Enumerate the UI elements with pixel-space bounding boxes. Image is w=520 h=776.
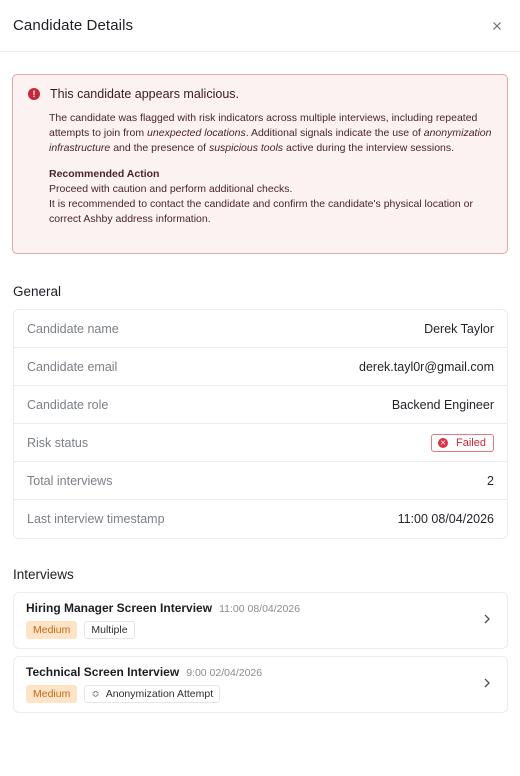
detail-value: 11:00 08/04/2026 bbox=[397, 512, 494, 526]
interview-card[interactable]: Technical Screen Interview 9:00 02/04/20… bbox=[13, 656, 508, 713]
close-button[interactable] bbox=[486, 15, 508, 37]
detail-row-last-interview: Last interview timestamp 11:00 08/04/202… bbox=[14, 500, 507, 538]
risk-status-text: Failed bbox=[456, 436, 486, 449]
interview-card[interactable]: Hiring Manager Screen Interview 11:00 08… bbox=[13, 592, 508, 649]
recommended-action-title: Recommended Action bbox=[49, 168, 160, 180]
interview-time: 11:00 08/04/2026 bbox=[219, 603, 301, 615]
detail-row-name: Candidate name Derek Taylor bbox=[14, 310, 507, 348]
detail-label: Candidate name bbox=[27, 321, 119, 336]
close-icon bbox=[493, 21, 501, 30]
failed-icon: ✕ bbox=[438, 437, 449, 448]
signal-tag: Multiple bbox=[84, 621, 135, 639]
signal-tag: ≎ Anonymization Attempt bbox=[84, 685, 221, 703]
detail-label: Candidate role bbox=[27, 397, 109, 412]
interview-name: Hiring Manager Screen Interview bbox=[26, 601, 213, 615]
general-details-table: Candidate name Derek Taylor Candidate em… bbox=[13, 309, 508, 539]
interviews-section-title: Interviews bbox=[13, 567, 74, 582]
detail-value: derek.tayl0r@gmail.com bbox=[359, 359, 494, 374]
detail-label: Total interviews bbox=[27, 473, 113, 488]
panel-title: Candidate Details bbox=[13, 17, 134, 34]
alert-icon: ! bbox=[28, 88, 40, 100]
recommended-action-line: It is recommended to contact the candida… bbox=[49, 198, 473, 225]
detail-row-risk-status: Risk status ✕ Failed bbox=[14, 424, 507, 462]
general-section-title: General bbox=[13, 284, 62, 299]
chevron-right-icon bbox=[484, 614, 490, 624]
chevron-right-icon bbox=[484, 678, 490, 688]
detail-value: 2 bbox=[487, 473, 494, 488]
recommended-action-line: Proceed with caution and perform additio… bbox=[49, 183, 293, 195]
detail-value: Backend Engineer bbox=[391, 397, 494, 412]
severity-badge: Medium bbox=[26, 685, 78, 703]
detail-row-role: Candidate role Backend Engineer bbox=[14, 386, 507, 424]
risk-status-badge: ✕ Failed bbox=[431, 433, 494, 452]
alert-title: This candidate appears malicious. bbox=[50, 87, 239, 101]
alert-description: The candidate was flagged with risk indi… bbox=[49, 112, 492, 154]
interview-name: Technical Screen Interview bbox=[26, 665, 180, 679]
detail-label: Risk status bbox=[27, 435, 89, 450]
detail-row-total-interviews: Total interviews 2 bbox=[14, 462, 507, 500]
recommended-action: Recommended Action Proceed with caution … bbox=[49, 167, 493, 227]
detail-value: Derek Taylor bbox=[424, 321, 494, 336]
malicious-alert: ! This candidate appears malicious. The … bbox=[12, 74, 508, 254]
detail-row-email: Candidate email derek.tayl0r@gmail.com bbox=[14, 348, 507, 386]
anonymization-icon: ≎ bbox=[91, 688, 100, 700]
detail-label: Candidate email bbox=[27, 359, 118, 374]
detail-label: Last interview timestamp bbox=[27, 512, 165, 526]
severity-badge: Medium bbox=[26, 621, 78, 639]
panel-header: Candidate Details bbox=[0, 0, 520, 52]
interview-time: 9:00 02/04/2026 bbox=[186, 667, 263, 679]
